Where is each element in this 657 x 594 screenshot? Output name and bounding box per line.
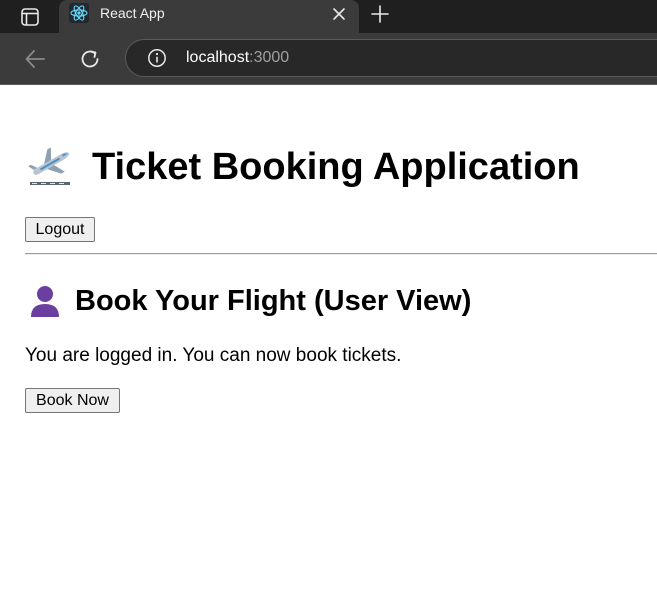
logout-button[interactable]: Logout	[25, 217, 95, 242]
info-icon[interactable]	[147, 48, 167, 68]
url-text[interactable]: localhost:3000	[186, 49, 289, 67]
react-icon	[69, 3, 89, 23]
login-status-message: You are logged in. You can now book tick…	[25, 345, 402, 366]
section-title: Book Your Flight (User View)	[29, 283, 471, 319]
browser-tab[interactable]: React App	[59, 0, 359, 33]
page-title-text: Ticket Booking Application	[92, 146, 580, 188]
close-icon[interactable]	[329, 4, 349, 24]
url-port: :3000	[249, 49, 290, 66]
tab-title: React App	[100, 5, 165, 21]
reload-icon[interactable]	[76, 45, 104, 73]
divider	[25, 253, 657, 255]
page-content: Ticket Booking Application Logout Book Y…	[0, 85, 657, 594]
address-bar[interactable]: localhost:3000	[125, 39, 657, 77]
browser-tabstrip: React App	[0, 0, 657, 33]
arrow-left-icon[interactable]	[21, 45, 49, 73]
page-title: Ticket Booking Application	[25, 139, 580, 195]
user-silhouette-icon	[29, 284, 61, 318]
url-host: localhost	[186, 49, 250, 66]
sidebar-window-icon[interactable]	[12, 3, 48, 31]
browser-toolbar: localhost:3000	[0, 33, 657, 85]
book-now-button[interactable]: Book Now	[25, 388, 120, 413]
plus-icon[interactable]	[367, 1, 393, 27]
section-title-text: Book Your Flight (User View)	[75, 285, 472, 317]
airplane-departure-icon	[25, 142, 75, 192]
